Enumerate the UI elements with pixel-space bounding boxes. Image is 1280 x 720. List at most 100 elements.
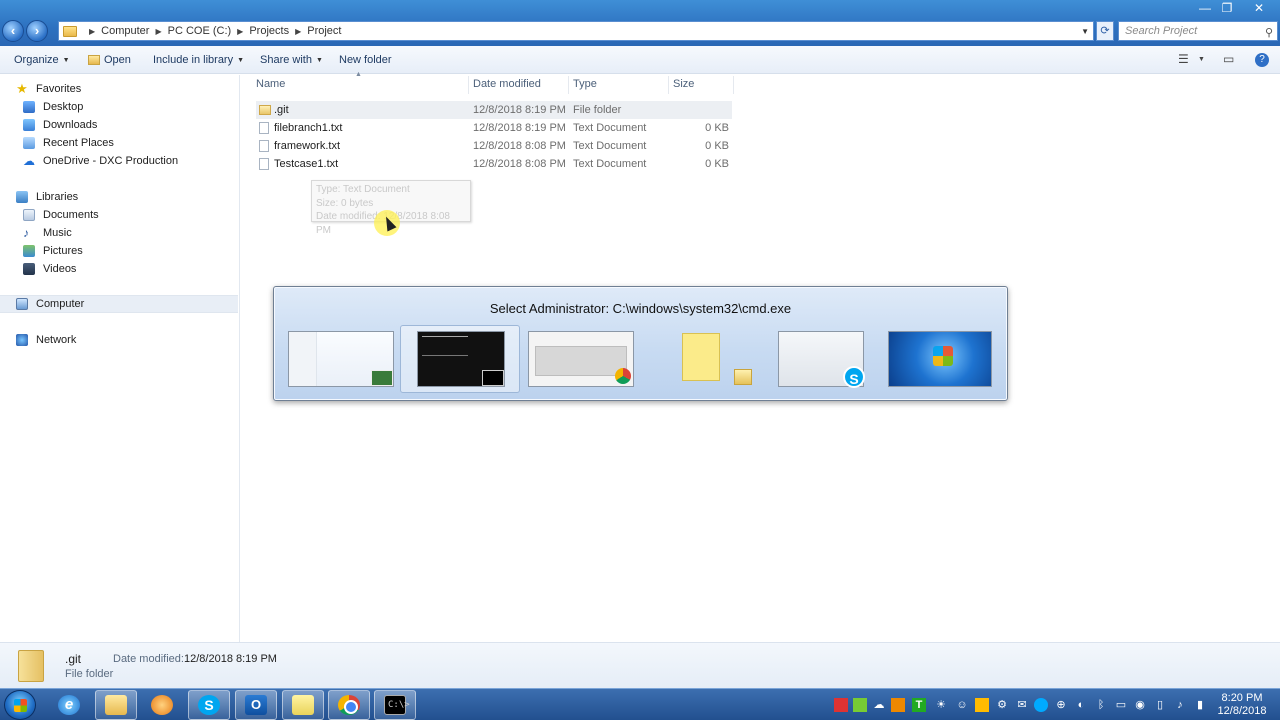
taskbar-media-player[interactable] [141, 690, 183, 720]
forward-button[interactable]: › [26, 20, 48, 42]
switcher-thumb-desktop[interactable] [888, 331, 992, 387]
sticky-notes-icon [292, 695, 314, 715]
command-bar: Organize ▼ Open Include in library ▼ Share… [0, 46, 1280, 74]
chevron-right-icon: ▶ [155, 26, 162, 36]
nav-network[interactable]: Network [16, 331, 254, 349]
outlook-icon: O [245, 695, 267, 715]
system-clock[interactable]: 8:20 PM 12/8/2018 [1212, 692, 1272, 718]
file-date: 12/8/2018 8:08 PM [473, 140, 566, 152]
column-divider[interactable] [733, 76, 734, 94]
nav-music[interactable]: ♪ Music [23, 224, 261, 242]
preview-pane-icon[interactable]: ▭ [1223, 52, 1234, 66]
switcher-thumb-explorer[interactable] [288, 331, 394, 387]
tray-cloud-icon[interactable]: ☁ [872, 698, 886, 712]
nav-onedrive[interactable]: ☁ OneDrive - DXC Production [23, 152, 261, 170]
taskbar-explorer[interactable] [95, 690, 137, 720]
tray-app-icon[interactable]: ◐ [1074, 698, 1088, 712]
address-bar[interactable]: ▶ Computer ▶ PC COE (C:) ▶ Projects ▶ Projec… [58, 21, 1094, 41]
column-date-modified[interactable]: Date modified [473, 78, 541, 90]
column-name[interactable]: Name [256, 78, 285, 90]
bluetooth-icon[interactable]: ᛒ [1094, 698, 1108, 712]
tray-app-icon[interactable] [975, 698, 989, 712]
nav-libraries[interactable]: Libraries [16, 188, 254, 206]
file-row-git[interactable]: .git 12/8/2018 8:19 PM File folder [256, 101, 732, 119]
tray-app-icon[interactable]: ◉ [1133, 698, 1147, 712]
file-date: 12/8/2018 8:19 PM [473, 122, 566, 134]
taskbar-chrome[interactable] [328, 690, 370, 720]
organize-button[interactable]: Organize ▼ [14, 54, 70, 66]
taskbar-ie[interactable]: e [48, 690, 90, 720]
share-with-button[interactable]: Share with ▼ [260, 54, 323, 66]
tray-battery-icon[interactable] [853, 698, 867, 712]
breadcrumb-computer[interactable]: Computer [101, 25, 149, 37]
tray-app-icon[interactable]: T [912, 698, 926, 712]
file-size: 0 KB [705, 158, 729, 170]
breadcrumb-projects[interactable]: Projects [249, 25, 289, 37]
switcher-thumb-sticky-notes[interactable] [682, 333, 720, 381]
breadcrumb-drive[interactable]: PC COE (C:) [168, 25, 232, 37]
nav-desktop-label: Desktop [43, 101, 84, 113]
tray-app-icon[interactable]: ✉ [1015, 698, 1029, 712]
nav-favorites[interactable]: ★ Favorites [16, 80, 254, 98]
open-button[interactable]: Open [88, 54, 131, 66]
view-options-icon[interactable]: ☰ [1178, 52, 1189, 66]
refresh-button[interactable]: ⟳ [1096, 21, 1114, 41]
chrome-icon [615, 368, 631, 384]
switcher-thumb-skype[interactable]: S [778, 331, 865, 388]
volume-icon[interactable]: ♪ [1173, 698, 1187, 712]
taskbar-skype[interactable]: S [188, 690, 230, 720]
tray-app-icon[interactable]: ▭ [1114, 698, 1128, 712]
chevron-down-icon: ▼ [237, 56, 245, 64]
folder-icon [18, 650, 44, 682]
nav-recent-places-label: Recent Places [43, 137, 114, 149]
new-folder-button[interactable]: New folder [339, 54, 392, 66]
switcher-thumb-chrome[interactable] [528, 331, 634, 387]
start-button[interactable] [4, 690, 36, 720]
taskbar-cmd[interactable]: C:\> [374, 690, 416, 720]
nav-documents[interactable]: Documents [23, 206, 261, 224]
tray-app-icon[interactable]: ⚙ [995, 698, 1009, 712]
back-button[interactable]: ‹ [2, 20, 24, 42]
nav-pictures[interactable]: Pictures [23, 242, 261, 260]
tray-app-icon[interactable]: ☀ [934, 698, 948, 712]
search-icon[interactable]: ⚲ [1265, 24, 1273, 42]
column-size[interactable]: Size [673, 78, 694, 90]
file-type: Text Document [573, 158, 647, 170]
switcher-thumb-cmd[interactable] [417, 331, 505, 387]
clock-time: 8:20 PM [1221, 692, 1263, 704]
nav-videos-label: Videos [43, 263, 77, 275]
file-row-testcase1[interactable]: Testcase1.txt 12/8/2018 8:08 PM Text Doc… [256, 155, 732, 173]
nav-recent-places[interactable]: Recent Places [23, 134, 261, 152]
taskbar-sticky-notes[interactable] [282, 690, 324, 720]
nav-computer[interactable]: Computer [0, 295, 238, 313]
file-row-filebranch1[interactable]: filebranch1.txt 12/8/2018 8:19 PM Text D… [256, 119, 732, 137]
tray-skype-icon[interactable] [1034, 698, 1048, 712]
tray-app-icon[interactable]: ⊕ [1054, 698, 1068, 712]
nav-videos[interactable]: Videos [23, 260, 261, 278]
search-input[interactable]: Search Project ⚲ [1118, 21, 1278, 41]
column-type[interactable]: Type [573, 78, 597, 90]
column-divider[interactable] [668, 76, 669, 94]
chevron-down-icon[interactable]: ▼ [1198, 56, 1205, 63]
tray-app-icon[interactable]: ☺ [955, 698, 969, 712]
file-row-framework[interactable]: framework.txt 12/8/2018 8:08 PM Text Doc… [256, 137, 732, 155]
breadcrumb-project[interactable]: Project [307, 25, 341, 37]
maximize-button[interactable]: ❐ [1214, 0, 1240, 18]
help-icon[interactable]: ? [1255, 53, 1269, 67]
nav-downloads[interactable]: Downloads [23, 116, 261, 134]
tray-power-icon[interactable]: ▯ [1153, 698, 1167, 712]
tray-app-icon[interactable] [891, 698, 905, 712]
network-signal-icon[interactable]: ▮ [1193, 698, 1207, 712]
tray-app-icon[interactable] [834, 698, 848, 712]
taskbar-outlook[interactable]: O [235, 690, 277, 720]
nav-desktop[interactable]: Desktop [23, 98, 261, 116]
close-button[interactable]: ✕ [1244, 0, 1274, 18]
column-divider[interactable] [568, 76, 569, 94]
chevron-down-icon[interactable]: ▼ [1081, 27, 1089, 36]
nav-documents-label: Documents [43, 209, 99, 221]
chevron-down-icon: ▼ [315, 56, 323, 64]
details-type: File folder [65, 668, 114, 680]
include-in-library-button[interactable]: Include in library ▼ [153, 54, 244, 66]
file-type: File folder [573, 104, 622, 116]
column-divider[interactable] [468, 76, 469, 94]
